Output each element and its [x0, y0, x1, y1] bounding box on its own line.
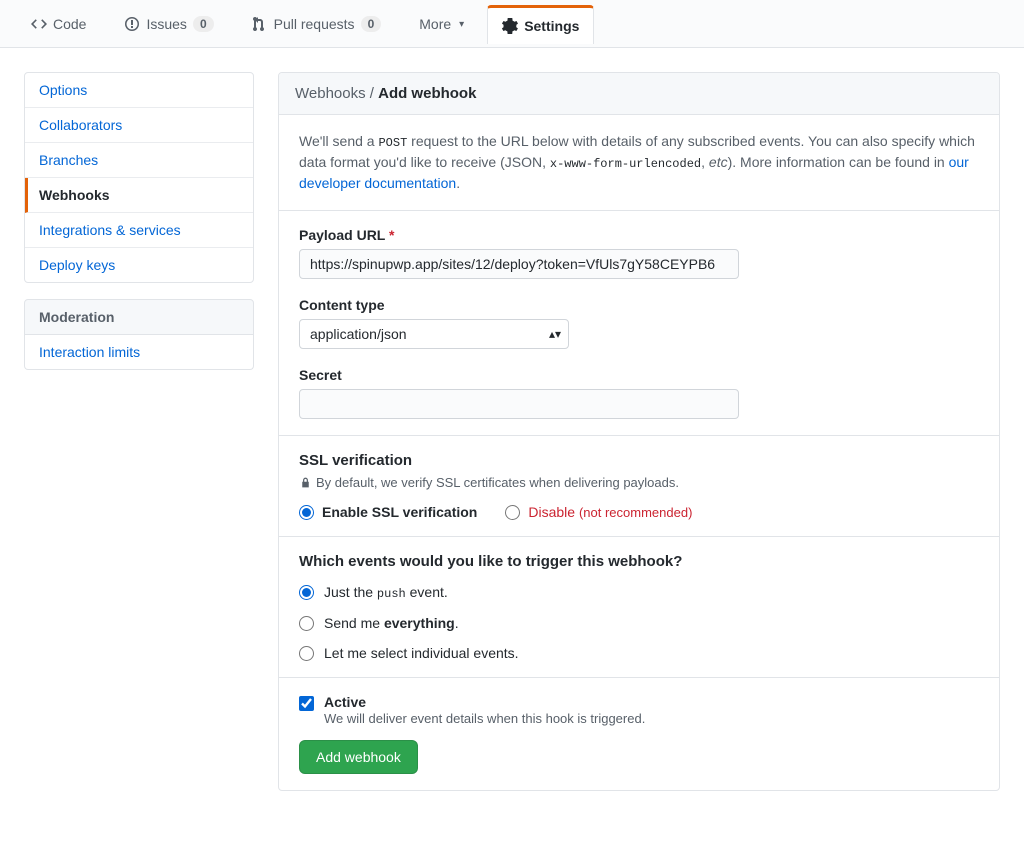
issues-count: 0: [193, 16, 214, 32]
tab-settings-label: Settings: [524, 18, 579, 34]
code-icon: [31, 16, 47, 32]
breadcrumb: Webhooks / Add webhook: [279, 73, 999, 115]
tab-code-label: Code: [53, 16, 86, 32]
tab-code[interactable]: Code: [16, 5, 101, 42]
breadcrumb-parent: Webhooks /: [295, 85, 378, 102]
content-type-label: Content type: [299, 297, 979, 313]
content-type-select[interactable]: application/json: [299, 319, 569, 349]
pulls-count: 0: [361, 16, 382, 32]
secret-label: Secret: [299, 367, 979, 383]
tab-settings[interactable]: Settings: [487, 5, 594, 44]
sidebar-item-deploy-keys[interactable]: Deploy keys: [25, 248, 253, 282]
sidebar-item-interaction-limits[interactable]: Interaction limits: [25, 335, 253, 369]
ssl-enable-radio[interactable]: Enable SSL verification: [299, 504, 477, 520]
payload-url-input[interactable]: [299, 249, 739, 279]
sidebar-item-collaborators[interactable]: Collaborators: [25, 108, 253, 143]
gear-icon: [502, 18, 518, 34]
tab-more[interactable]: More ▾: [404, 5, 479, 42]
events-everything-radio[interactable]: Send me everything.: [299, 615, 979, 631]
add-webhook-button[interactable]: Add webhook: [299, 740, 418, 774]
sidebar-item-integrations[interactable]: Integrations & services: [25, 213, 253, 248]
tab-pulls-label: Pull requests: [274, 16, 355, 32]
lock-icon: [299, 476, 312, 489]
repo-nav: Code Issues 0 Pull requests 0 More ▾ Set…: [0, 0, 1024, 48]
pull-request-icon: [252, 16, 268, 32]
tab-issues[interactable]: Issues 0: [109, 5, 228, 42]
ssl-title: SSL verification: [299, 452, 979, 469]
events-individual-radio[interactable]: Let me select individual events.: [299, 645, 979, 661]
chevron-down-icon: ▾: [459, 19, 464, 30]
events-title: Which events would you like to trigger t…: [299, 553, 979, 570]
settings-sidebar: Options Collaborators Branches Webhooks …: [24, 72, 254, 370]
sidebar-item-branches[interactable]: Branches: [25, 143, 253, 178]
tab-pulls[interactable]: Pull requests 0: [237, 5, 397, 42]
tab-issues-label: Issues: [146, 16, 186, 32]
events-push-radio[interactable]: Just the push event.: [299, 584, 979, 601]
issue-icon: [124, 16, 140, 32]
ssl-disable-radio[interactable]: Disable (not recommended): [505, 504, 692, 520]
main-panel: Webhooks / Add webhook We'll send a POST…: [278, 72, 1000, 791]
tab-more-label: More: [419, 16, 451, 32]
ssl-note: By default, we verify SSL certificates w…: [299, 475, 979, 490]
sidebar-item-options[interactable]: Options: [25, 73, 253, 108]
payload-url-label: Payload URL *: [299, 227, 979, 243]
breadcrumb-current: Add webhook: [378, 85, 476, 102]
sidebar-item-webhooks[interactable]: Webhooks: [25, 178, 253, 213]
sidebar-moderation-header: Moderation: [24, 299, 254, 335]
secret-input[interactable]: [299, 389, 739, 419]
intro-text: We'll send a POST request to the URL bel…: [299, 131, 979, 194]
active-checkbox[interactable]: Active We will deliver event details whe…: [299, 694, 979, 726]
